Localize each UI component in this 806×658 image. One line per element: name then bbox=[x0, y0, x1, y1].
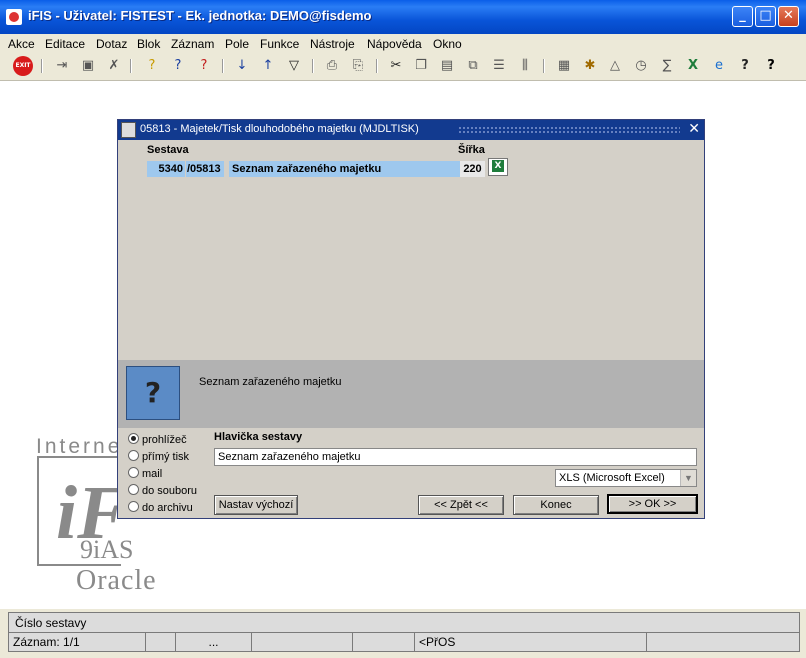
menu-okno[interactable]: Okno bbox=[433, 37, 462, 51]
query-execute-icon[interactable]: ? bbox=[168, 57, 188, 75]
help-topic-icon[interactable]: ? bbox=[735, 57, 755, 75]
column-header-sirka: Šířka bbox=[458, 144, 485, 156]
duplicate-icon[interactable]: ⧉ bbox=[463, 57, 483, 75]
sort-asc-icon[interactable]: ↓ bbox=[232, 57, 252, 75]
query-cancel-icon[interactable]: ? bbox=[194, 57, 214, 75]
toolbar-separator bbox=[376, 59, 378, 73]
close-button[interactable]: ✕ bbox=[778, 6, 799, 27]
app-icon bbox=[6, 9, 22, 25]
format-select-value: XLS (Microsoft Excel) bbox=[559, 472, 665, 484]
status-mode: <PřOS bbox=[415, 633, 647, 651]
chart-icon[interactable]: △ bbox=[605, 57, 625, 75]
menu-funkce[interactable]: Funkce bbox=[260, 37, 299, 51]
chevron-down-icon[interactable]: ▼ bbox=[680, 470, 696, 486]
delete-record-icon[interactable]: ✗ bbox=[104, 57, 124, 75]
calculator-icon[interactable]: ▦ bbox=[554, 57, 574, 75]
field-hint: Číslo sestavy bbox=[15, 616, 87, 630]
report-number[interactable]: 5340 bbox=[147, 161, 185, 177]
output-radio-file[interactable]: do souboru bbox=[128, 484, 197, 498]
end-button[interactable]: Konec bbox=[513, 495, 599, 515]
settings-icon[interactable]: ✱ bbox=[580, 57, 600, 75]
menu-akce[interactable]: Akce bbox=[8, 37, 35, 51]
output-radio-mail[interactable]: mail bbox=[128, 467, 162, 481]
status-bar: Číslo sestavy Záznam: 1/1 ... <PřOS bbox=[0, 609, 806, 658]
report-info-band: ? Seznam zařazeného majetku bbox=[118, 360, 704, 428]
insert-record-icon[interactable]: ⇥ bbox=[52, 57, 72, 75]
sum-icon[interactable]: ∑ bbox=[657, 57, 677, 75]
status-cell-empty bbox=[353, 633, 415, 651]
columns-icon[interactable]: ⫼ bbox=[515, 57, 535, 75]
menu-editace[interactable]: Editace bbox=[45, 37, 85, 51]
menu-nastroje[interactable]: Nástroje bbox=[310, 37, 355, 51]
toolbar-separator bbox=[222, 59, 224, 73]
watermark-9ias: 9iAS bbox=[80, 535, 134, 564]
copy-icon[interactable]: ❐ bbox=[411, 57, 431, 75]
status-cell-ellipsis: ... bbox=[176, 633, 252, 651]
clock-icon[interactable]: ◷ bbox=[631, 57, 651, 75]
titlebar-grip bbox=[458, 126, 680, 135]
dialog-title: 05813 - Majetek/Tisk dlouhodobého majetk… bbox=[140, 123, 419, 135]
output-radio-archive[interactable]: do archivu bbox=[128, 501, 193, 515]
printer-help-icon: ? bbox=[126, 366, 180, 420]
report-header-input[interactable]: Seznam zařazeného majetku bbox=[214, 448, 697, 466]
toolbar: EXIT ⇥ ▣ ✗ ? ? ? ↓ ↑ ▽ ⎙ ⎘ ✂ ❐ ▤ ⧉ ☰ ⫼ ▦… bbox=[0, 53, 806, 81]
help-icon[interactable]: ? bbox=[761, 57, 781, 75]
report-code[interactable]: /05813 bbox=[186, 161, 224, 177]
menu-napoveda[interactable]: Nápověda bbox=[367, 37, 422, 51]
column-header-sestava: Sestava bbox=[147, 144, 189, 156]
dialog-titlebar: 05813 - Majetek/Tisk dlouhodobého majetk… bbox=[118, 120, 704, 140]
query-enter-icon[interactable]: ? bbox=[142, 57, 162, 75]
paste-icon[interactable]: ▤ bbox=[437, 57, 457, 75]
toolbar-separator bbox=[312, 59, 314, 73]
menu-bar: Akce Editace Dotaz Blok Záznam Pole Funk… bbox=[0, 34, 806, 53]
status-cell-empty bbox=[252, 633, 353, 651]
excel-icon[interactable]: X bbox=[683, 57, 703, 75]
window-titlebar: iFIS - Uživatel: FISTEST - Ek. jednotka:… bbox=[0, 0, 806, 34]
list-icon[interactable]: ☰ bbox=[489, 57, 509, 75]
dialog-app-icon bbox=[121, 122, 136, 138]
sort-desc-icon[interactable]: ↑ bbox=[258, 57, 278, 75]
toolbar-separator bbox=[130, 59, 132, 73]
filter-icon[interactable]: ▽ bbox=[284, 57, 304, 75]
toolbar-separator bbox=[543, 59, 545, 73]
window-title: iFIS - Uživatel: FISTEST - Ek. jednotka:… bbox=[28, 8, 372, 23]
minimize-button[interactable]: _ bbox=[732, 6, 753, 27]
watermark-oracle: Oracle bbox=[76, 565, 157, 596]
output-radio-browser[interactable]: prohlížeč bbox=[128, 433, 187, 447]
print-dialog: 05813 - Majetek/Tisk dlouhodobého majetk… bbox=[117, 119, 705, 519]
internet-icon[interactable]: e bbox=[709, 57, 729, 75]
maximize-button[interactable]: □ bbox=[755, 6, 776, 27]
menu-blok[interactable]: Blok bbox=[137, 37, 160, 51]
ok-button[interactable]: >> OK >> bbox=[607, 494, 698, 514]
print-preview-icon[interactable]: ⎘ bbox=[348, 57, 368, 75]
status-cell-empty bbox=[146, 633, 176, 651]
save-icon[interactable]: ▣ bbox=[78, 57, 98, 75]
cut-icon[interactable]: ✂ bbox=[386, 57, 406, 75]
exit-icon[interactable]: EXIT bbox=[13, 56, 33, 76]
output-radio-direct-print[interactable]: přímý tisk bbox=[128, 450, 189, 464]
record-counter: Záznam: 1/1 bbox=[9, 633, 146, 651]
menu-dotaz[interactable]: Dotaz bbox=[96, 37, 127, 51]
print-icon[interactable]: ⎙ bbox=[322, 57, 342, 75]
format-select[interactable]: XLS (Microsoft Excel) ▼ bbox=[555, 469, 697, 487]
toolbar-separator bbox=[41, 59, 43, 73]
status-cells: Záznam: 1/1 ... <PřOS bbox=[9, 632, 799, 651]
status-panel: Číslo sestavy Záznam: 1/1 ... <PřOS bbox=[8, 612, 800, 652]
report-description: Seznam zařazeného majetku bbox=[199, 376, 342, 388]
back-button[interactable]: << Zpět << bbox=[418, 495, 504, 515]
report-header-label: Hlavička sestavy bbox=[214, 431, 303, 443]
dialog-close-icon[interactable]: ✕ bbox=[688, 121, 700, 137]
report-name[interactable]: Seznam zařazeného majetku bbox=[229, 161, 485, 177]
menu-pole[interactable]: Pole bbox=[225, 37, 249, 51]
set-default-button[interactable]: Nastav výchozí bbox=[214, 495, 298, 515]
menu-zaznam[interactable]: Záznam bbox=[171, 37, 214, 51]
excel-export-icon[interactable] bbox=[488, 158, 508, 176]
report-width[interactable]: 220 bbox=[460, 161, 485, 177]
